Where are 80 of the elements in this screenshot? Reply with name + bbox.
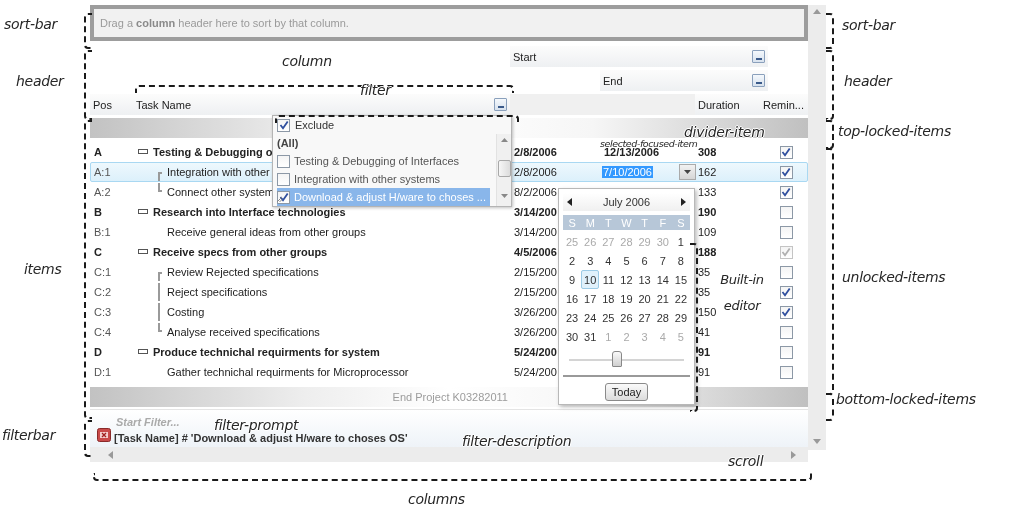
row-label: C:1 [93, 266, 113, 278]
column-title: Start [513, 50, 537, 63]
task-name: Review Rejected specifications [167, 266, 319, 278]
duration-cell-text: 91 [697, 366, 712, 378]
task-name: Produce technichal requirments for system [153, 346, 380, 358]
task-name: Integration with other [167, 166, 270, 178]
row-label: D [93, 346, 103, 358]
row-label: B [93, 206, 103, 218]
duration-cell-text: 162 [697, 166, 718, 178]
row-label: A [93, 146, 103, 158]
weekday-label: W [620, 216, 633, 229]
weekday-label: T [640, 216, 649, 229]
duration-cell-text: 188 [697, 246, 718, 258]
date-cell-text: 8/2/2006 [513, 186, 557, 198]
task-name: Analyse received specifications [167, 326, 320, 338]
task-name: Reject specifications [167, 286, 268, 298]
annotation-label: sort-bar [4, 16, 57, 32]
annotation-label: scroll [728, 453, 764, 469]
task-name: Gather technichal requirments for Microprocessor [167, 366, 409, 378]
annotation-label: filterbar [2, 427, 56, 443]
date-cell-text: 2/15/200 [513, 266, 557, 278]
month-title: July 2006 [602, 196, 651, 208]
weekday-label: S [567, 216, 577, 229]
task-name: Receive general ideas from other groups [167, 226, 366, 238]
duration-cell-text: 35 [697, 266, 712, 278]
row-label: C:2 [93, 286, 113, 298]
annotation-label: sort-bar [842, 17, 895, 33]
annotation-label: header [844, 73, 892, 89]
annotation-label: filter-prompt [214, 417, 299, 433]
row-label: C [93, 246, 103, 258]
date-cell-text: 3/26/200 [513, 306, 557, 318]
annotation-label: column [282, 53, 332, 69]
row-label: C:3 [93, 306, 113, 318]
row-label: D:1 [93, 366, 113, 378]
annotation-label: columns [408, 491, 465, 507]
annotation-label: top-locked-items [838, 123, 951, 139]
date-cell-text: 3/26/200 [513, 326, 557, 338]
date-cell-text: 5/24/200 [513, 346, 557, 358]
sort-bar-hint: Drag a column header here to sort by that column. [100, 17, 349, 29]
date-cell-text: 2/15/200 [513, 286, 557, 298]
task-name: Research into Interface technologies [153, 206, 346, 218]
duration-cell-text: 133 [697, 186, 718, 198]
date-cell-text: 12/13/2006 [604, 146, 660, 158]
weekday-label: S [676, 216, 686, 229]
date-cell-text: 3/14/200 [513, 226, 557, 238]
row-label: A:1 [93, 166, 112, 178]
duration-cell-text: 150 [697, 306, 718, 318]
duration-cell-text: 109 [697, 226, 718, 238]
duration-cell-text: 35 [697, 286, 712, 298]
annotation-label: divider-item [684, 124, 765, 140]
row-label: A:2 [93, 186, 112, 198]
column-title: End [603, 74, 623, 87]
task-name: Costing [167, 306, 205, 318]
weekday-label: T [604, 216, 613, 229]
date-cell-text: 4/5/2006 [513, 246, 557, 258]
weekday-label: M [584, 216, 596, 229]
column-title: Task Name [136, 98, 192, 111]
annotation-label: unlocked-items [842, 269, 946, 285]
annotation-label: filter-description [462, 433, 572, 449]
duration-cell-text: 190 [697, 206, 718, 218]
column-title: Duration [698, 98, 740, 111]
row-label: C:4 [93, 326, 113, 338]
duration-cell-text: 91 [697, 346, 712, 358]
filter-description: [Task Name] # 'Download & adjust H/ware to choses OS' [114, 432, 408, 444]
duration-cell-text: 41 [697, 326, 712, 338]
column-title: Pos [93, 98, 112, 111]
annotation-label: items [24, 261, 62, 277]
annotation-label: bottom-locked-items [836, 391, 976, 407]
date-cell-text: 2/8/2006 [513, 166, 557, 178]
divider-text: End Project K03282011 [391, 391, 508, 403]
annotation-label: selected-focused-item [600, 139, 698, 149]
date-cell-text: 2/8/2006 [513, 146, 557, 158]
duration-cell-text: 308 [697, 146, 718, 158]
date-cell-text: 3/14/200 [513, 206, 557, 218]
annotation-label: header [16, 73, 64, 89]
row-label: B:1 [93, 226, 112, 238]
task-name: Testing & Debugging o [153, 146, 273, 158]
weekday-label: F [658, 216, 668, 229]
task-name: Receive specs from other groups [153, 246, 328, 258]
date-cell-text: 5/24/200 [513, 366, 557, 378]
